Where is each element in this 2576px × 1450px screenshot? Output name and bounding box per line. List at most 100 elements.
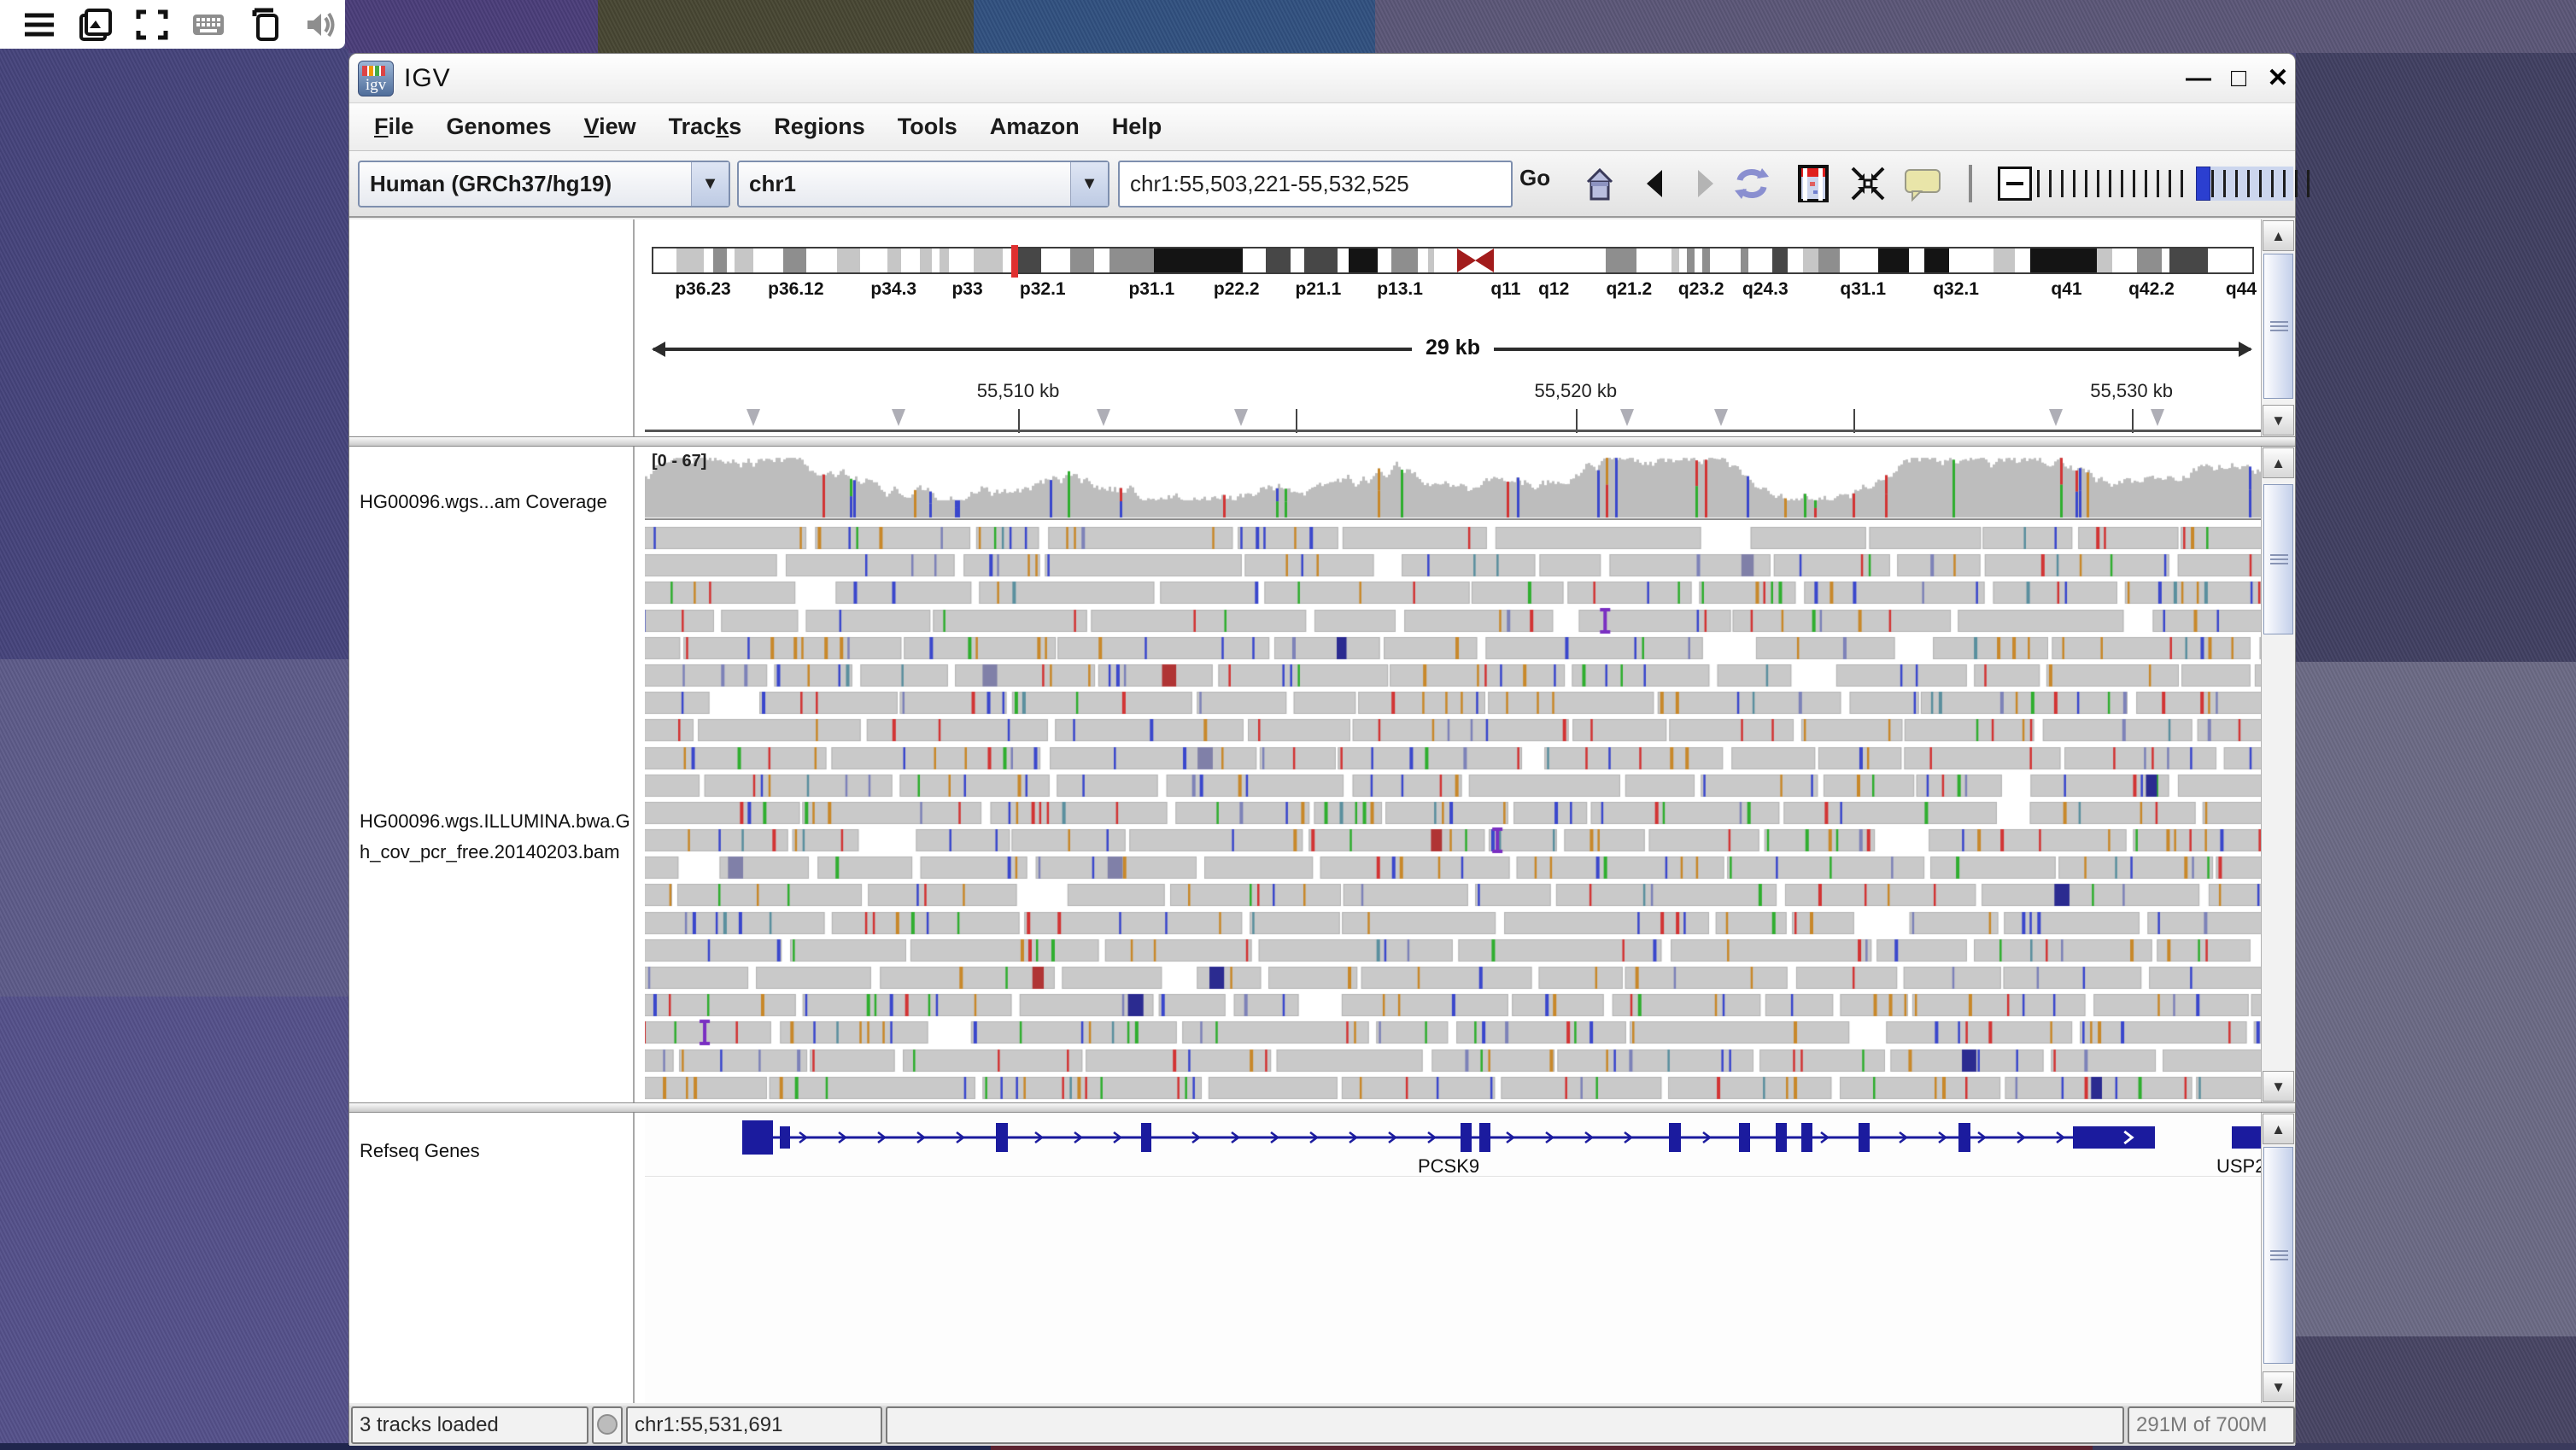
- zoom-slider-track[interactable]: [2037, 163, 2293, 204]
- back-icon[interactable]: [1635, 163, 1676, 204]
- activity-indicator-icon: [597, 1414, 618, 1435]
- gene-exon[interactable]: [1141, 1123, 1151, 1152]
- menu-item-tools[interactable]: Tools: [881, 114, 974, 140]
- menu-item-view[interactable]: View: [568, 114, 653, 140]
- gene-exon[interactable]: [1739, 1123, 1750, 1152]
- panel-divider[interactable]: [349, 1102, 2295, 1113]
- refresh-icon[interactable]: [1731, 163, 1772, 204]
- gene-exon[interactable]: [1461, 1123, 1472, 1152]
- menu-item-file[interactable]: File: [358, 114, 430, 140]
- alignment-panel-scrollbar[interactable]: ▲ ▼: [2261, 447, 2295, 1102]
- alignment-panel-label-column: HG00096.wgs...am Coverage HG00096.wgs.IL…: [349, 447, 635, 1102]
- menu-item-tracks[interactable]: Tracks: [653, 114, 758, 140]
- scroll-down-icon[interactable]: ▼: [2263, 1071, 2294, 1102]
- roi-marker-icon[interactable]: [1714, 409, 1728, 426]
- close-button[interactable]: ✕: [2261, 62, 2295, 95]
- chromosome-ideogram[interactable]: [652, 247, 2254, 274]
- scrollbar-thumb[interactable]: [2263, 1147, 2293, 1364]
- gene-exon[interactable]: [996, 1123, 1008, 1152]
- scroll-up-icon[interactable]: ▲: [2263, 447, 2294, 478]
- ideogram-band: [974, 248, 1003, 272]
- zoom-out-icon[interactable]: [1998, 167, 2032, 201]
- keyboard-icon[interactable]: [191, 8, 225, 42]
- scroll-down-icon[interactable]: ▼: [2263, 1371, 2294, 1402]
- gene-name-usp2[interactable]: USP2: [2216, 1155, 2261, 1178]
- window-title: IGV: [404, 64, 451, 93]
- roi-marker-icon[interactable]: [746, 409, 760, 426]
- ideogram-band: [653, 248, 676, 272]
- region-view-icon[interactable]: [1793, 163, 1834, 204]
- refseq-panel-scrollbar[interactable]: ▲ ▼: [2261, 1113, 2295, 1403]
- gene-exon[interactable]: [780, 1126, 790, 1149]
- message-status: [886, 1406, 2124, 1444]
- alignment-track-label-line2[interactable]: h_cov_pcr_free.20140203.bam: [360, 841, 620, 863]
- volume-icon[interactable]: [304, 8, 338, 42]
- scroll-up-icon[interactable]: ▲: [2263, 220, 2294, 251]
- gene-exon[interactable]: [742, 1120, 773, 1155]
- gene-exon[interactable]: [2073, 1126, 2155, 1149]
- title-bar[interactable]: igv IGV — □ ✕: [349, 54, 2295, 103]
- tooltip-bubble-icon[interactable]: [1902, 163, 1943, 204]
- coverage-track-chart[interactable]: [645, 450, 2261, 520]
- roi-marker-icon[interactable]: [1234, 409, 1248, 426]
- copy-icon[interactable]: [248, 8, 282, 42]
- forward-icon[interactable]: [1684, 163, 1725, 204]
- ideogram-band: [1291, 248, 1304, 272]
- scroll-down-icon[interactable]: ▼: [2263, 405, 2294, 436]
- zoom-slider-thumb[interactable]: [2196, 167, 2210, 201]
- ideogram-band: [1687, 248, 1695, 272]
- menu-item-help[interactable]: Help: [1096, 114, 1179, 140]
- alignment-track-label-line1[interactable]: HG00096.wgs.ILLUMINA.bwa.G: [360, 810, 630, 833]
- zoom-slider[interactable]: [1998, 163, 2295, 204]
- panel-divider[interactable]: [349, 436, 2295, 447]
- scroll-up-icon[interactable]: ▲: [2263, 1114, 2294, 1144]
- maximize-button[interactable]: □: [2222, 62, 2256, 95]
- home-icon[interactable]: [1579, 163, 1620, 204]
- roi-marker-icon[interactable]: [1620, 409, 1634, 426]
- chromosome-select[interactable]: chr1 ▼: [737, 161, 1109, 208]
- gene-exon[interactable]: [1776, 1123, 1787, 1152]
- band-label: p21.1: [1296, 279, 1342, 300]
- ideogram-band: [753, 248, 784, 272]
- band-label: q21.2: [1607, 279, 1653, 300]
- menu-item-amazon[interactable]: Amazon: [974, 114, 1096, 140]
- desktop-taskbar: [0, 0, 345, 49]
- go-button[interactable]: Go: [1519, 165, 1550, 191]
- scrollbar-thumb[interactable]: [2263, 484, 2293, 634]
- gene-exon[interactable]: [1801, 1123, 1812, 1152]
- minimize-button[interactable]: —: [2181, 62, 2216, 95]
- menu-item-genomes[interactable]: Genomes: [430, 114, 568, 140]
- alignment-panel-data[interactable]: [0 - 67]: [645, 447, 2261, 1102]
- ruler-panel-data[interactable]: p36.23p36.12p34.3p33p32.1p31.1p22.2p21.1…: [645, 219, 2261, 436]
- ruler-panel-scrollbar[interactable]: ▲ ▼: [2261, 219, 2295, 436]
- roi-marker-icon[interactable]: [1097, 409, 1110, 426]
- roi-marker-icon[interactable]: [2151, 409, 2164, 426]
- menu-icon[interactable]: [22, 8, 56, 42]
- refseq-panel-data[interactable]: PCSK9 USP2: [645, 1113, 2261, 1403]
- chevron-down-icon[interactable]: ▼: [691, 162, 729, 206]
- gene-exon[interactable]: [2232, 1126, 2261, 1149]
- roi-marker-icon[interactable]: [2049, 409, 2063, 426]
- gene-exon[interactable]: [1859, 1123, 1870, 1152]
- menu-item-regions[interactable]: Regions: [758, 114, 881, 140]
- gene-exon[interactable]: [1479, 1123, 1490, 1152]
- scrollbar-thumb[interactable]: [2263, 254, 2293, 399]
- refseq-track-label[interactable]: Refseq Genes: [360, 1140, 480, 1162]
- gallery-icon[interactable]: [79, 8, 113, 42]
- locus-input[interactable]: [1118, 161, 1513, 208]
- gene-name-pcsk9[interactable]: PCSK9: [1418, 1155, 1479, 1178]
- status-bar: 3 tracks loaded chr1:55,531,691 291M of …: [349, 1406, 2295, 1446]
- ideogram-band: [2137, 248, 2162, 272]
- genome-select[interactable]: Human (GRCh37/hg19) ▼: [358, 161, 730, 208]
- chevron-down-icon[interactable]: ▼: [1070, 162, 1108, 206]
- ideogram-band: [704, 248, 713, 272]
- coverage-track-label[interactable]: HG00096.wgs...am Coverage: [360, 491, 607, 513]
- fullscreen-icon[interactable]: [135, 8, 169, 42]
- gene-exon[interactable]: [1669, 1123, 1681, 1152]
- roi-marker-icon[interactable]: [892, 409, 905, 426]
- gene-exon[interactable]: [1958, 1123, 1970, 1152]
- ideogram-band: [1741, 248, 1748, 272]
- fit-to-window-icon[interactable]: [1847, 163, 1888, 204]
- zoom-tick: [2271, 170, 2274, 197]
- alignment-reads-canvas[interactable]: [645, 525, 2261, 1102]
